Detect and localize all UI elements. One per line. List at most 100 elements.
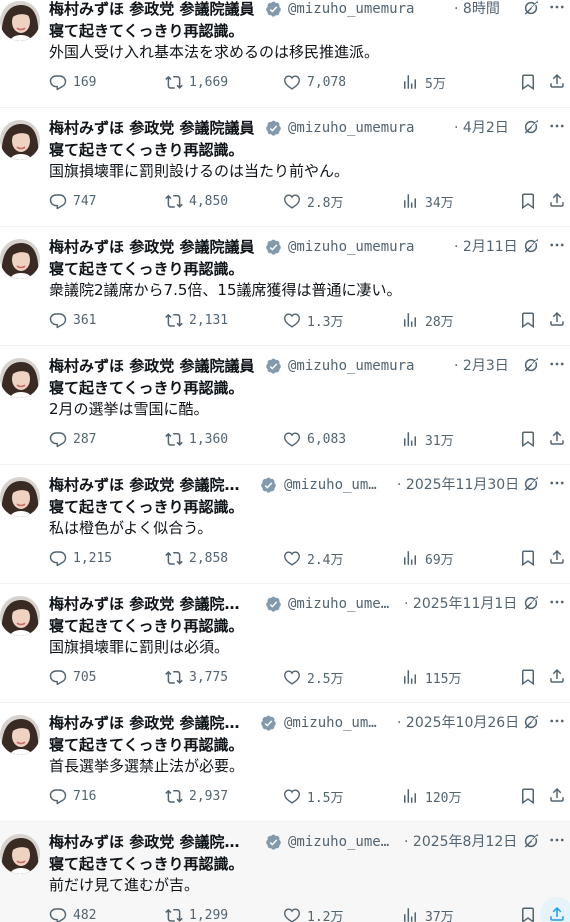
author-name[interactable]: 梅村みずほ 参政党 参議院… [49, 593, 249, 615]
retweet-button[interactable]: 3,775 [165, 667, 228, 687]
views-button[interactable]: 120万 [401, 786, 461, 806]
grok-icon[interactable] [522, 356, 540, 374]
author-handle[interactable]: @mizuho_umemu… [288, 831, 396, 853]
tweet-timestamp[interactable]: · 4月2日 [454, 117, 509, 139]
retweet-button[interactable]: 2,858 [165, 548, 228, 568]
tweet-item[interactable]: 梅村みずほ 参政党 参議院… @mizuho_umemu… · 2025年8月1… [0, 822, 570, 922]
avatar[interactable] [0, 358, 40, 398]
share-button[interactable] [540, 540, 570, 574]
author-handle[interactable]: @mizuho_umem… [284, 712, 384, 734]
share-button[interactable] [540, 183, 570, 217]
reply-button[interactable]: 747 [49, 191, 96, 211]
like-button[interactable]: 2.8万 [283, 191, 343, 211]
timestamp-text[interactable]: 2月11日 [463, 239, 518, 255]
timestamp-text[interactable]: 4月2日 [463, 120, 509, 136]
tweet-timestamp[interactable]: · 2025年10月26日 [397, 712, 519, 734]
more-icon[interactable] [548, 474, 566, 494]
more-icon[interactable] [548, 236, 566, 256]
grok-icon[interactable] [522, 118, 540, 136]
retweet-button[interactable]: 2,937 [165, 786, 228, 806]
author-handle[interactable]: @mizuho_umem… [284, 474, 384, 496]
retweet-button[interactable]: 4,850 [165, 191, 228, 211]
tweet-item[interactable]: 梅村みずほ 参政党 参議院議員 @mizuho_umemura · 2月11日 … [0, 227, 570, 346]
avatar[interactable] [0, 120, 40, 160]
reply-button[interactable]: 287 [49, 429, 96, 449]
author-name[interactable]: 梅村みずほ 参政党 参議院議員 [49, 0, 254, 20]
avatar[interactable] [0, 477, 40, 517]
views-button[interactable]: 34万 [401, 191, 454, 211]
more-icon[interactable] [548, 117, 566, 137]
tweet-item[interactable]: 梅村みずほ 参政党 参議院… @mizuho_umem… · 2025年11月3… [0, 465, 570, 584]
grok-icon[interactable] [522, 0, 540, 17]
avatar[interactable] [0, 715, 40, 755]
grok-icon[interactable] [522, 237, 540, 255]
tweet-item[interactable]: 梅村みずほ 参政党 参議院議員 @mizuho_umemura · 8時間 寝て… [0, 0, 570, 108]
like-button[interactable]: 1.2万 [283, 905, 343, 922]
grok-icon[interactable] [522, 713, 540, 731]
timestamp-text[interactable]: 2025年10月26日 [406, 715, 519, 731]
author-name[interactable]: 梅村みずほ 参政党 参議院議員 [49, 236, 254, 258]
author-name[interactable]: 梅村みずほ 参政党 参議院… [49, 712, 249, 734]
author-handle[interactable]: @mizuho_umemura [288, 117, 414, 139]
tweet-timestamp[interactable]: · 2025年8月12日 [404, 831, 517, 853]
grok-icon[interactable] [522, 475, 540, 493]
tweet-timestamp[interactable]: · 2月3日 [454, 355, 509, 377]
author-name[interactable]: 梅村みずほ 参政党 参議院議員 [49, 355, 254, 377]
share-button[interactable] [540, 64, 570, 98]
views-button[interactable]: 31万 [401, 429, 454, 449]
more-icon[interactable] [548, 593, 566, 613]
reply-button[interactable]: 482 [49, 905, 96, 922]
avatar[interactable] [0, 1, 40, 41]
timestamp-text[interactable]: 2025年11月30日 [406, 477, 519, 493]
avatar[interactable] [0, 239, 40, 279]
reply-button[interactable]: 716 [49, 786, 96, 806]
reply-button[interactable]: 705 [49, 667, 96, 687]
tweet-item[interactable]: 梅村みずほ 参政党 参議院… @mizuho_umem… · 2025年10月2… [0, 703, 570, 822]
author-name[interactable]: 梅村みずほ 参政党 参議院… [49, 831, 249, 853]
share-button[interactable] [540, 302, 570, 336]
share-button[interactable] [540, 778, 570, 812]
views-button[interactable]: 115万 [401, 667, 461, 687]
views-button[interactable]: 28万 [401, 310, 454, 330]
author-name[interactable]: 梅村みずほ 参政党 参議院… [49, 474, 249, 496]
timestamp-text[interactable]: 2025年11月1日 [413, 596, 517, 612]
tweet-timestamp[interactable]: · 8時間 [454, 0, 500, 20]
grok-icon[interactable] [522, 832, 540, 850]
share-button[interactable] [540, 659, 570, 693]
share-button[interactable] [540, 897, 570, 922]
more-icon[interactable] [548, 831, 566, 851]
timestamp-text[interactable]: 8時間 [463, 1, 500, 17]
reply-button[interactable]: 1,215 [49, 548, 112, 568]
timestamp-text[interactable]: 2月3日 [463, 358, 509, 374]
author-handle[interactable]: @mizuho_umemura [288, 236, 414, 258]
views-button[interactable]: 5万 [401, 72, 446, 92]
tweet-timestamp[interactable]: · 2025年11月30日 [397, 474, 519, 496]
tweet-item[interactable]: 梅村みずほ 参政党 参議院… @mizuho_umemu… · 2025年11月… [0, 584, 570, 703]
like-button[interactable]: 2.5万 [283, 667, 343, 687]
reply-button[interactable]: 169 [49, 72, 96, 92]
like-button[interactable]: 2.4万 [283, 548, 343, 568]
like-button[interactable]: 1.5万 [283, 786, 343, 806]
like-button[interactable]: 1.3万 [283, 310, 343, 330]
reply-button[interactable]: 361 [49, 310, 96, 330]
author-handle[interactable]: @mizuho_umemu… [288, 593, 396, 615]
views-button[interactable]: 69万 [401, 548, 454, 568]
views-button[interactable]: 37万 [401, 905, 454, 922]
retweet-button[interactable]: 1,299 [165, 905, 228, 922]
retweet-button[interactable]: 1,360 [165, 429, 228, 449]
like-button[interactable]: 7,078 [283, 72, 346, 92]
retweet-button[interactable]: 1,669 [165, 72, 228, 92]
like-button[interactable]: 6,083 [283, 429, 346, 449]
tweet-timestamp[interactable]: · 2月11日 [454, 236, 518, 258]
avatar[interactable] [0, 834, 40, 874]
author-handle[interactable]: @mizuho_umemura [288, 0, 414, 20]
retweet-button[interactable]: 2,131 [165, 310, 228, 330]
avatar[interactable] [0, 596, 40, 636]
tweet-timestamp[interactable]: · 2025年11月1日 [404, 593, 517, 615]
more-icon[interactable] [548, 0, 566, 18]
author-name[interactable]: 梅村みずほ 参政党 参議院議員 [49, 117, 254, 139]
timestamp-text[interactable]: 2025年8月12日 [413, 834, 517, 850]
author-handle[interactable]: @mizuho_umemura [288, 355, 414, 377]
tweet-item[interactable]: 梅村みずほ 参政党 参議院議員 @mizuho_umemura · 4月2日 寝… [0, 108, 570, 227]
more-icon[interactable] [548, 355, 566, 375]
